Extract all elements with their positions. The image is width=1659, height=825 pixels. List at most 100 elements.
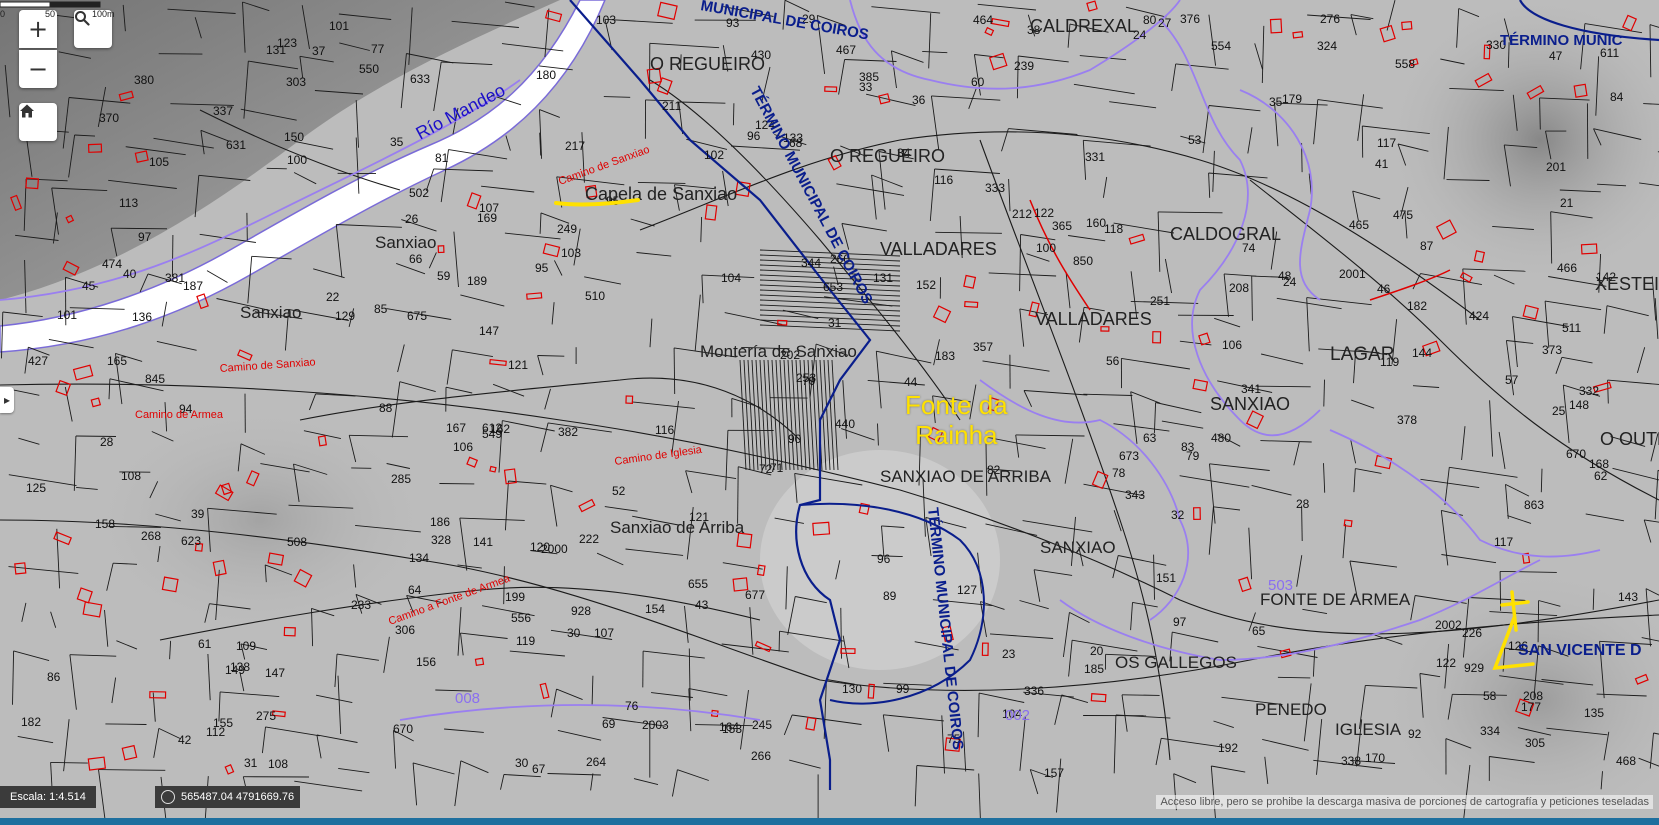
parcel-number: 30 bbox=[515, 756, 529, 770]
place-label-monteria: Montería de Sanxiao bbox=[700, 342, 857, 361]
parcel-number: 101 bbox=[329, 19, 349, 33]
parcel-number: 129 bbox=[335, 309, 355, 323]
parcel-number: 77 bbox=[371, 42, 385, 56]
scale-tick-100m: 100m bbox=[92, 9, 115, 18]
parcel-number: 189 bbox=[467, 274, 487, 288]
parcel-number: 88 bbox=[379, 401, 393, 415]
parcel-number: 104 bbox=[721, 271, 741, 285]
parcel-number: 550 bbox=[359, 62, 379, 76]
parcel-number: 36 bbox=[912, 93, 926, 107]
coordinate-readout: 565487.04 4791669.76 bbox=[155, 786, 301, 808]
parcel-number: 212 bbox=[1012, 207, 1032, 221]
parcel-number: 276 bbox=[1320, 12, 1340, 26]
parcel-number: 266 bbox=[751, 749, 771, 763]
parcel-number: 122 bbox=[1034, 206, 1054, 220]
road-label-camino-de-armea: Camino de Armea bbox=[135, 409, 224, 421]
parcel-number: 158 bbox=[95, 517, 115, 531]
parcel-number: 264 bbox=[586, 755, 606, 769]
parcel-number: 101 bbox=[57, 308, 77, 322]
parcel-number: 222 bbox=[579, 532, 599, 546]
place-label-sanxiao-de-arriba: SANXIAO DE ARRIBA bbox=[880, 467, 1052, 486]
place-label-sanxiao-caps: SANXIAO bbox=[1210, 394, 1290, 414]
parcel-number: 48 bbox=[1278, 269, 1292, 283]
parcel-number: 192 bbox=[1218, 741, 1238, 755]
parcel-number: 45 bbox=[82, 279, 96, 293]
parcel-number: 95 bbox=[535, 261, 549, 275]
parcel-number: 85 bbox=[374, 302, 388, 316]
parcel-number: 31 bbox=[244, 756, 258, 770]
minus-icon: − bbox=[27, 55, 49, 83]
parcel-number: 465 bbox=[1349, 218, 1369, 232]
parcel-number: 670 bbox=[1566, 447, 1586, 461]
parcel-number: 303 bbox=[286, 75, 306, 89]
parcel-edge bbox=[732, 103, 735, 126]
place-label-zone-503: 503 bbox=[1268, 577, 1293, 594]
parcel-number: 201 bbox=[1546, 160, 1566, 174]
parcel-number: 20 bbox=[1090, 644, 1104, 658]
parcel-number: 343 bbox=[1125, 488, 1145, 502]
parcel-number: 97 bbox=[138, 230, 152, 244]
parcel-number: 143 bbox=[1618, 590, 1638, 604]
place-label-zone-008: 008 bbox=[455, 690, 480, 707]
parcel-number: 157 bbox=[1044, 766, 1064, 780]
place-label-caldrexal: CALDREXAL bbox=[1030, 16, 1137, 36]
cadastral-map[interactable]: 670 677 675 673 850 845 929 863 928 20 31 30 28 35 23 2… bbox=[0, 0, 1659, 825]
home-button[interactable] bbox=[19, 103, 57, 141]
bottom-status-bar bbox=[0, 818, 1659, 825]
parcel-number: 170 bbox=[1365, 751, 1385, 765]
parcel-number: 464 bbox=[973, 13, 993, 27]
parcel-number: 41 bbox=[1375, 157, 1389, 171]
parcel-number: 108 bbox=[268, 757, 288, 771]
parcel-number: 134 bbox=[409, 551, 429, 565]
parcel-number: 59 bbox=[437, 269, 451, 283]
parcel-number: 116 bbox=[655, 423, 674, 437]
parcel-number: 84 bbox=[1610, 90, 1624, 104]
parcel-number: 113 bbox=[119, 196, 138, 210]
parcel-number: 131 bbox=[873, 271, 893, 285]
parcel-number: 558 bbox=[1395, 57, 1415, 71]
parcel-number: 117 bbox=[1494, 535, 1513, 549]
parcel-number: 211 bbox=[662, 99, 681, 113]
parcel-number: 62 bbox=[1594, 469, 1608, 483]
parcel-number: 365 bbox=[1052, 219, 1072, 233]
parcel-number: 928 bbox=[571, 604, 591, 618]
place-label-iglesia: IGLESIA bbox=[1335, 720, 1402, 739]
parcel-edge bbox=[111, 227, 168, 230]
parcel-number: 37 bbox=[312, 44, 326, 58]
place-label-os-gallegos: OS GALLEGOS bbox=[1115, 653, 1237, 672]
parcel-edge bbox=[1277, 676, 1311, 679]
map-canvas[interactable]: 6706776756738508459298639282031302835232… bbox=[0, 0, 1659, 825]
parcel-number: 117 bbox=[1377, 136, 1396, 150]
parcel-number: 467 bbox=[836, 43, 856, 57]
parcel-number: 46 bbox=[1377, 282, 1391, 296]
parcel-number: 623 bbox=[181, 534, 201, 548]
side-panel-toggle[interactable]: ▸ bbox=[0, 387, 14, 413]
parcel-number: 863 bbox=[1524, 498, 1544, 512]
zoom-out-button[interactable]: − bbox=[19, 50, 57, 88]
parcel-number: 670 bbox=[393, 722, 413, 736]
parcel-number: 30 bbox=[567, 626, 581, 640]
parcel-number: 2001 bbox=[1339, 267, 1366, 281]
parcel-number: 376 bbox=[1180, 12, 1200, 26]
place-label-capela: Capela de Sanxiao bbox=[585, 184, 737, 204]
parcel-number: 466 bbox=[1557, 261, 1577, 275]
parcel-number: 109 bbox=[236, 639, 256, 653]
scale-label: Escala: 1:4.514 bbox=[10, 791, 86, 803]
parcel-number: 81 bbox=[435, 151, 449, 165]
parcel-number: 103 bbox=[596, 13, 616, 27]
home-icon bbox=[20, 104, 34, 118]
parcel-number: 251 bbox=[1150, 294, 1170, 308]
parcel-number: 850 bbox=[1073, 254, 1093, 268]
parcel-number: 549 bbox=[482, 427, 502, 441]
place-label-o-outeiro: O OUTE bbox=[1600, 429, 1659, 449]
parcel-number: 226 bbox=[1462, 626, 1482, 640]
parcel-number: 508 bbox=[287, 535, 307, 549]
place-label-san-vicente: SAN VICENTE D bbox=[1518, 642, 1642, 659]
parcel-number: 63 bbox=[1143, 431, 1157, 445]
parcel-number: 268 bbox=[141, 529, 161, 543]
place-label-valladares-1: VALLADARES bbox=[880, 239, 997, 259]
parcel-number: 141 bbox=[473, 535, 493, 549]
parcel-number: 72 bbox=[759, 462, 773, 476]
attribution-text: Acceso libre, pero se prohibe la descarg… bbox=[1156, 795, 1653, 809]
parcel-number: 929 bbox=[1464, 661, 1484, 675]
